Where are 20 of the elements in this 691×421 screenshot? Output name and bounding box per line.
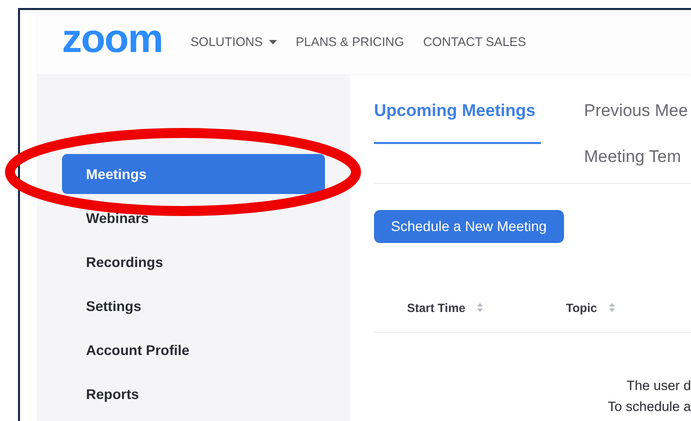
tab[interactable]: Previous Mee: [584, 98, 688, 124]
sidebar-item[interactable]: Meetings: [62, 154, 325, 194]
caret-icon: [268, 40, 277, 44]
nav-link[interactable]: PLANS & PRICING: [296, 32, 404, 52]
sidebar-item[interactable]: Webinars: [62, 198, 325, 238]
sidebar-item[interactable]: Recordings: [62, 242, 325, 282]
tab[interactable]: Upcoming Meetings: [374, 98, 541, 144]
nav-link[interactable]: SOLUTIONS: [190, 32, 277, 52]
sidebar-item[interactable]: Settings: [62, 286, 325, 326]
empty-message: To schedule a: [608, 398, 691, 416]
sidebar-item[interactable]: Reports: [62, 374, 325, 414]
column-header[interactable]: Topic: [566, 298, 598, 316]
nav-link[interactable]: CONTACT SALES: [423, 32, 526, 52]
sort-icon: [609, 303, 616, 312]
tab[interactable]: Meeting Tem: [584, 144, 688, 169]
empty-message: The user d: [626, 377, 691, 395]
schedule-meeting-button[interactable]: Schedule a New Meeting: [374, 210, 564, 243]
column-header[interactable]: Start Time: [407, 298, 466, 316]
sidebar-item[interactable]: Account Profile: [62, 330, 325, 370]
sort-icon: [477, 303, 484, 312]
